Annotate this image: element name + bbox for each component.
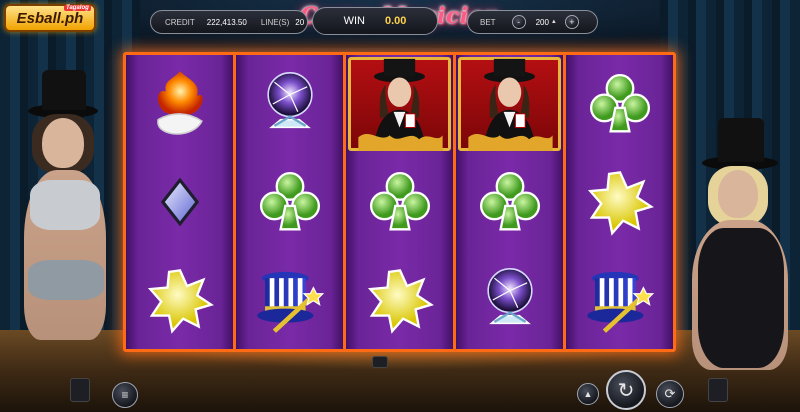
menu-icon: ≡ bbox=[121, 388, 129, 402]
credit-value: 222,413.50 bbox=[206, 17, 247, 27]
max-bet-icon: ▲ bbox=[583, 389, 593, 399]
plasma-ball-symbol-icon bbox=[251, 65, 329, 143]
game-stage: Esball.ph Tagalog Curvy Magician bbox=[0, 0, 800, 412]
reel-cell bbox=[456, 251, 563, 349]
reel-cell bbox=[236, 55, 343, 153]
lines-value: 20 bbox=[295, 17, 305, 27]
reel-cell bbox=[236, 251, 343, 349]
reel-cell bbox=[346, 251, 453, 349]
win-label: WIN bbox=[343, 15, 365, 27]
star-symbol-icon bbox=[581, 163, 659, 241]
plus-icon: + bbox=[569, 16, 575, 27]
club-symbol-icon bbox=[581, 65, 659, 143]
magic-hat-symbol-icon bbox=[251, 261, 329, 339]
bet-value: 200 bbox=[535, 17, 549, 27]
right-magician-character bbox=[676, 118, 796, 378]
club-symbol-icon bbox=[251, 163, 329, 241]
reel-cell bbox=[346, 153, 453, 251]
reel-column bbox=[126, 55, 236, 349]
club-symbol-icon bbox=[471, 163, 549, 241]
spin-icon: ↻ bbox=[617, 379, 635, 402]
autoplay-button[interactable]: ⟳ bbox=[656, 380, 684, 408]
diamond-symbol-icon bbox=[141, 163, 219, 241]
reel-cell bbox=[126, 55, 233, 153]
bet-increase-button[interactable]: + bbox=[564, 15, 579, 29]
menu-button[interactable]: ≡ bbox=[112, 382, 138, 408]
max-bet-button[interactable]: ▲ bbox=[577, 383, 599, 405]
plasma-ball-symbol-icon bbox=[471, 261, 549, 339]
stage-spotlight-left bbox=[70, 378, 90, 402]
reel-grid bbox=[123, 52, 676, 352]
reel-cell bbox=[346, 55, 453, 153]
bet-panel: BET - 200 ▲ + bbox=[467, 10, 598, 34]
bet-decrease-button[interactable]: - bbox=[511, 15, 526, 29]
bet-label: BET bbox=[480, 17, 496, 27]
bet-arrow-icon: ▲ bbox=[550, 19, 557, 25]
reel-cell bbox=[236, 153, 343, 251]
reel-column bbox=[236, 55, 346, 349]
reel-column bbox=[456, 55, 566, 349]
star-symbol-icon bbox=[141, 261, 219, 339]
reel-column bbox=[346, 55, 456, 349]
lines-label: LINE(S) bbox=[260, 17, 290, 27]
club-symbol-icon bbox=[361, 163, 439, 241]
magician-wild-symbol-icon bbox=[456, 55, 563, 153]
reel-cell bbox=[456, 55, 563, 153]
win-value: 0.00 bbox=[384, 15, 407, 27]
reel-cell bbox=[566, 153, 673, 251]
star-symbol-icon bbox=[361, 261, 439, 339]
minus-icon: - bbox=[517, 16, 521, 27]
autoplay-icon: ⟳ bbox=[664, 386, 676, 401]
reel-cell bbox=[126, 153, 233, 251]
reel-cell bbox=[126, 251, 233, 349]
reel-cell bbox=[566, 55, 673, 153]
credit-lines-panel: CREDIT 222,413.50 LINE(S) 20 bbox=[150, 10, 308, 34]
reel-cell bbox=[566, 251, 673, 349]
magic-hat-symbol-icon bbox=[581, 261, 659, 339]
fire-hand-symbol-icon bbox=[141, 65, 219, 143]
win-panel: WIN 0.00 bbox=[312, 7, 438, 35]
reel-cell bbox=[456, 153, 563, 251]
left-magician-character bbox=[10, 70, 120, 360]
stage-spotlight-center bbox=[372, 356, 388, 368]
magician-wild-symbol-icon bbox=[346, 55, 453, 153]
credit-label: CREDIT bbox=[165, 17, 195, 27]
stage-spotlight-right bbox=[708, 378, 728, 402]
spin-button[interactable]: ↻ bbox=[606, 370, 646, 410]
reel-column bbox=[566, 55, 673, 349]
